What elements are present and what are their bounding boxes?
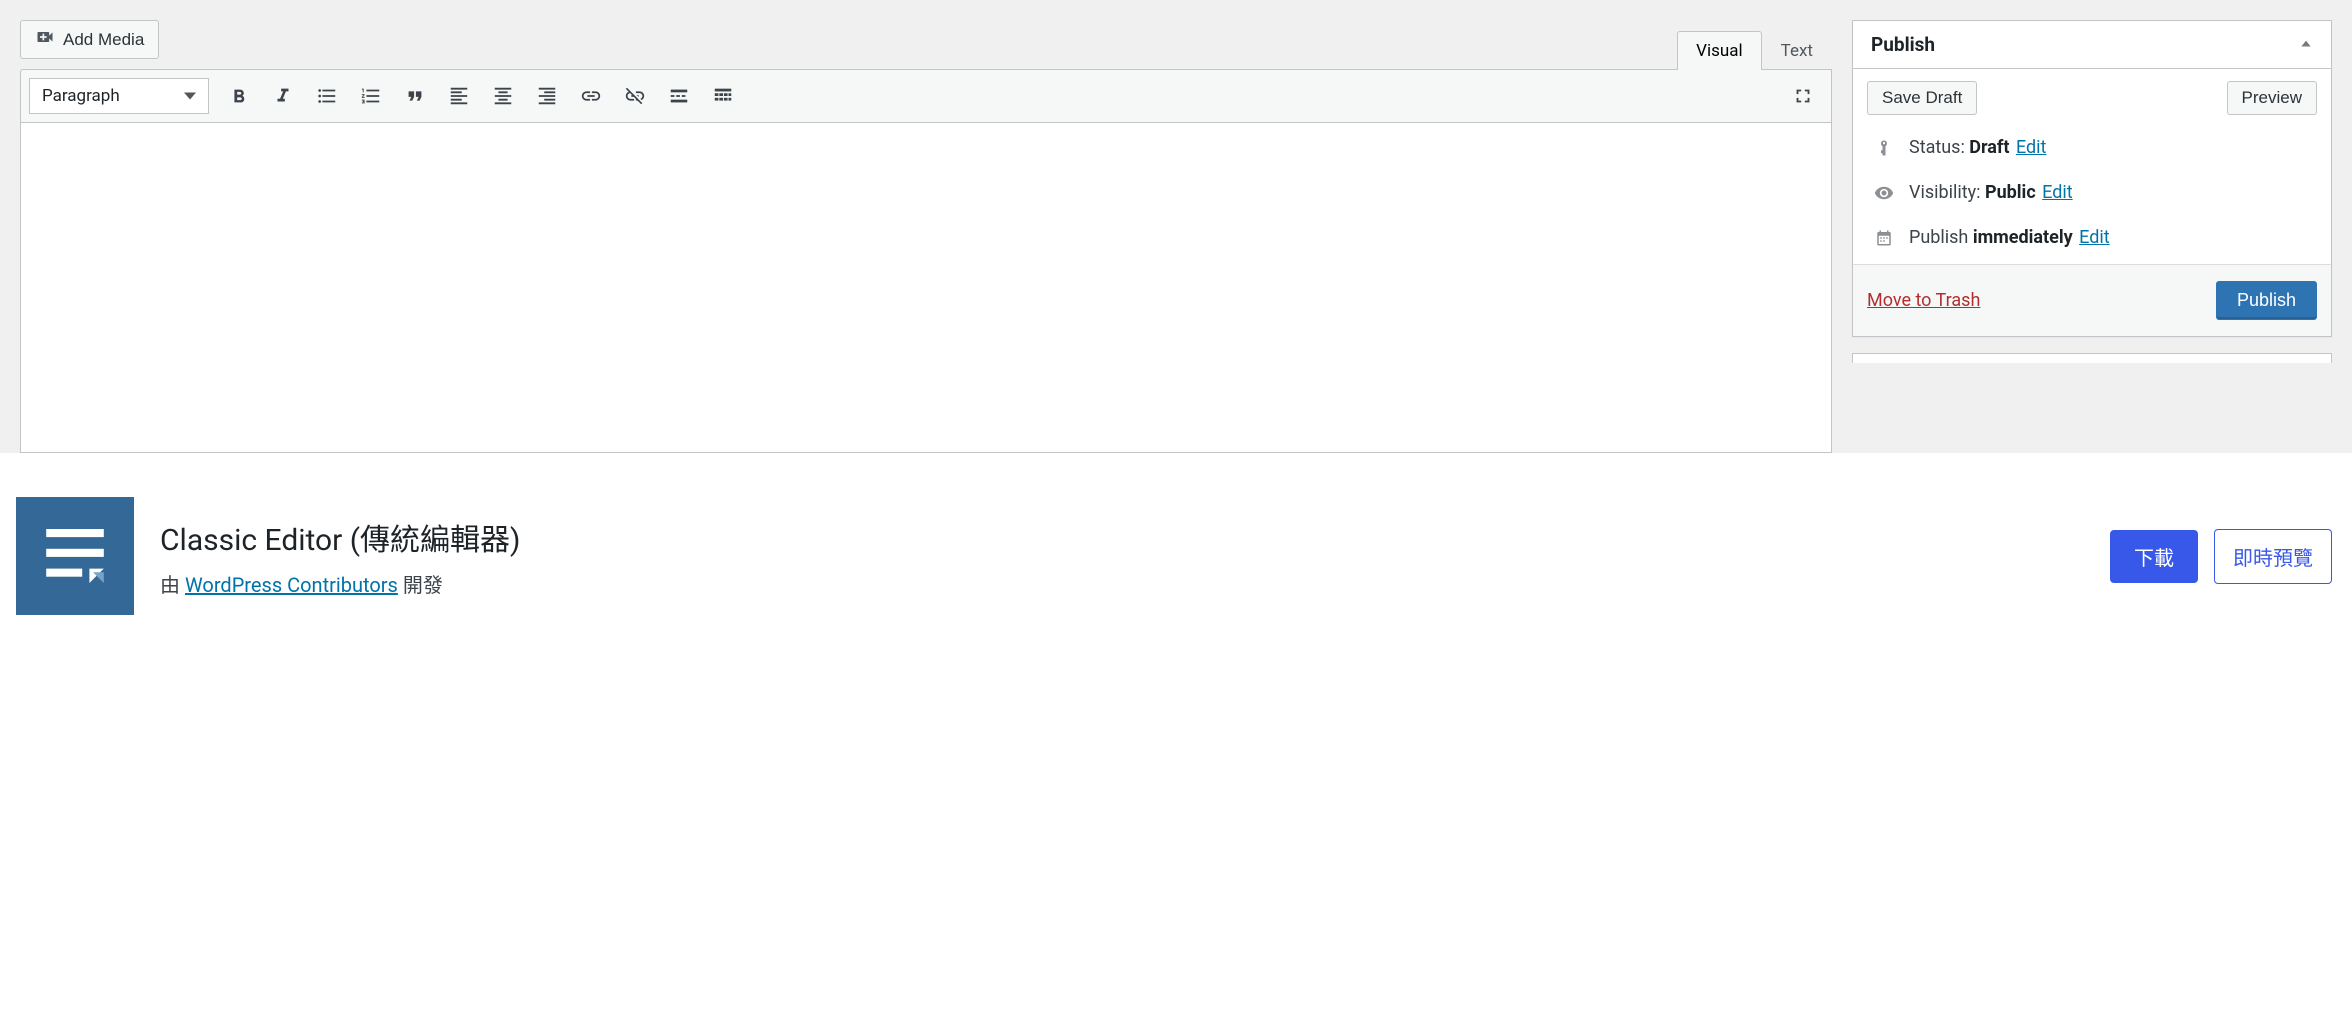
schedule-row: Publish immediately Edit	[1867, 215, 2317, 260]
format-select[interactable]: Paragraph	[29, 78, 209, 114]
editor-toolbar: Paragraph	[20, 69, 1832, 123]
plugin-byline: 由 WordPress Contributors 開發	[160, 569, 2084, 598]
edit-visibility-link[interactable]: Edit	[2042, 182, 2072, 203]
numbered-list-button[interactable]	[351, 76, 391, 116]
visibility-row: Visibility: Public Edit	[1867, 170, 2317, 215]
publish-box-title: Publish	[1871, 33, 1935, 56]
editor-content-area[interactable]	[20, 123, 1832, 453]
align-right-button[interactable]	[527, 76, 567, 116]
save-draft-button[interactable]: Save Draft	[1867, 81, 1977, 115]
live-preview-button[interactable]: 即時預覽	[2214, 529, 2332, 584]
tab-visual[interactable]: Visual	[1677, 31, 1761, 70]
publish-box: Publish Save Draft Preview Status: Draft	[1852, 20, 2332, 337]
add-media-label: Add Media	[63, 30, 144, 50]
blockquote-button[interactable]	[395, 76, 435, 116]
next-postbox-peek	[1852, 353, 2332, 363]
editor-main: Add Media Visual Text Paragraph	[20, 20, 1832, 453]
plugin-author-link[interactable]: WordPress Contributors	[185, 573, 398, 597]
edit-status-link[interactable]: Edit	[2016, 137, 2046, 158]
italic-button[interactable]	[263, 76, 303, 116]
plugin-actions: 下載 即時預覽	[2110, 529, 2332, 584]
eye-icon	[1873, 183, 1895, 203]
plugin-icon	[16, 497, 134, 615]
publish-box-header: Publish	[1853, 21, 2331, 69]
bullet-list-button[interactable]	[307, 76, 347, 116]
collapse-toggle-icon[interactable]	[2299, 35, 2313, 54]
link-button[interactable]	[571, 76, 611, 116]
document-icon	[30, 511, 120, 601]
toolbar-toggle-button[interactable]	[703, 76, 743, 116]
preview-button[interactable]: Preview	[2227, 81, 2317, 115]
tab-text[interactable]: Text	[1762, 31, 1832, 70]
align-center-button[interactable]	[483, 76, 523, 116]
status-row: Status: Draft Edit	[1867, 125, 2317, 170]
publish-button[interactable]: Publish	[2216, 281, 2317, 320]
download-button[interactable]: 下載	[2110, 530, 2198, 583]
unlink-button[interactable]	[615, 76, 655, 116]
move-to-trash-link[interactable]: Move to Trash	[1867, 290, 1980, 311]
editor-top-bar: Add Media Visual Text	[20, 20, 1832, 69]
edit-schedule-link[interactable]: Edit	[2079, 227, 2109, 248]
editor-screenshot-area: Add Media Visual Text Paragraph	[0, 0, 2352, 453]
camera-music-icon	[35, 27, 55, 52]
read-more-button[interactable]	[659, 76, 699, 116]
plugin-meta: Classic Editor (傳統編輯器) 由 WordPress Contr…	[160, 515, 2084, 598]
fullscreen-button[interactable]	[1783, 76, 1823, 116]
editor-mode-tabs: Visual Text	[1677, 30, 1832, 69]
bold-button[interactable]	[219, 76, 259, 116]
plugin-header: Classic Editor (傳統編輯器) 由 WordPress Contr…	[0, 453, 2352, 635]
calendar-icon	[1873, 229, 1895, 247]
add-media-button[interactable]: Add Media	[20, 20, 159, 59]
align-left-button[interactable]	[439, 76, 479, 116]
key-icon	[1873, 139, 1895, 157]
plugin-title: Classic Editor (傳統編輯器)	[160, 515, 2084, 559]
editor-sidebar: Publish Save Draft Preview Status: Draft	[1852, 20, 2332, 453]
